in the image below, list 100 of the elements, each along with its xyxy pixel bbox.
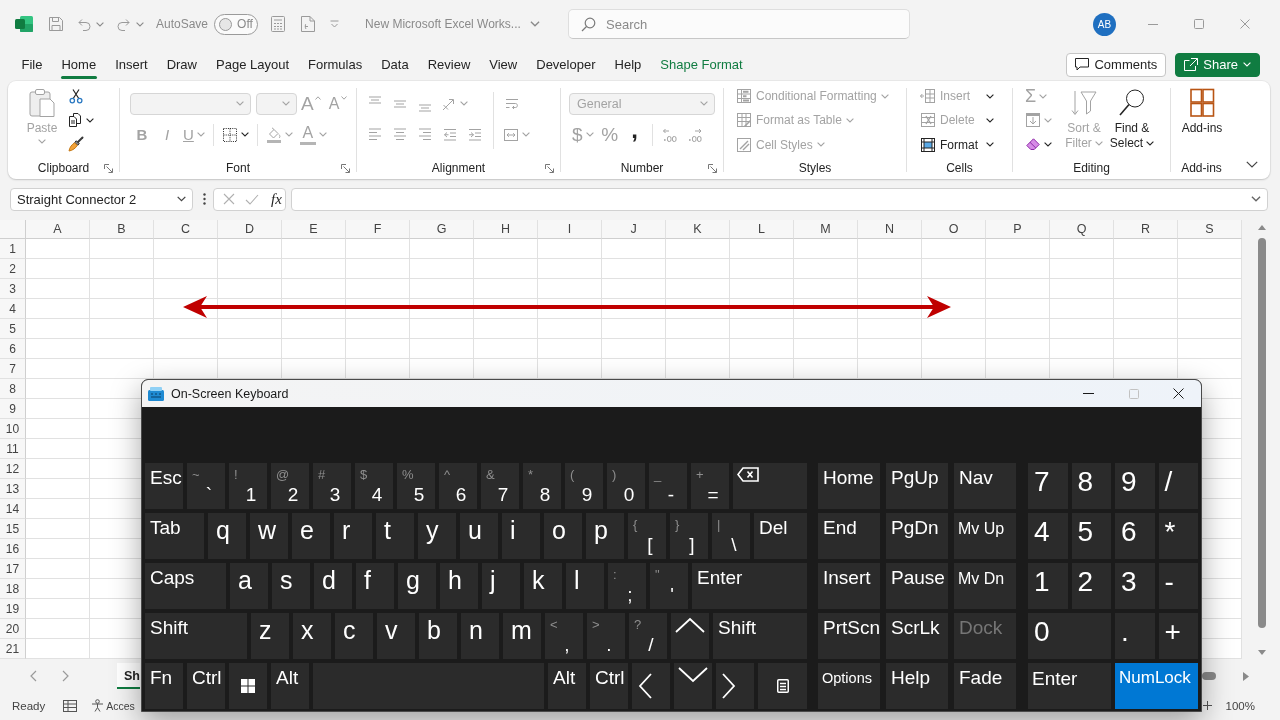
dialog-launcher-icon[interactable] bbox=[708, 163, 717, 173]
find-select-button[interactable]: Find & Select bbox=[1109, 84, 1155, 151]
row-header[interactable]: 9 bbox=[0, 399, 26, 419]
keyboard-key[interactable]: 1 bbox=[1028, 563, 1068, 609]
keyboard-key[interactable]: e bbox=[292, 513, 330, 559]
column-header[interactable]: D bbox=[218, 220, 282, 239]
row-header[interactable]: 20 bbox=[0, 619, 26, 639]
table-icon[interactable] bbox=[63, 699, 78, 712]
keyboard-key[interactable]: Ctrl bbox=[187, 663, 225, 709]
keyboard-key[interactable]: 6 bbox=[1115, 513, 1155, 559]
row-header[interactable]: 12 bbox=[0, 459, 26, 479]
dialog-launcher-icon[interactable] bbox=[104, 163, 113, 173]
keyboard-key[interactable]: Mv Dn bbox=[954, 563, 1016, 609]
ribbon-tab[interactable]: View bbox=[479, 49, 527, 80]
keyboard-key[interactable]: Nav bbox=[954, 463, 1016, 509]
ribbon-tab[interactable]: File bbox=[12, 49, 52, 80]
column-header[interactable]: P bbox=[986, 220, 1050, 239]
row-header[interactable]: 10 bbox=[0, 419, 26, 439]
keyboard-key[interactable]: m bbox=[503, 613, 541, 659]
keyboard-key[interactable]: Home bbox=[818, 463, 880, 509]
keyboard-key[interactable]: ? / bbox=[629, 613, 667, 659]
keyboard-key[interactable] bbox=[716, 663, 754, 709]
keyboard-key[interactable]: # 3 bbox=[313, 463, 351, 509]
column-header[interactable]: E bbox=[282, 220, 346, 239]
ribbon-tab[interactable]: Home bbox=[51, 49, 106, 80]
keyboard-key[interactable]: c bbox=[335, 613, 373, 659]
keyboard-key[interactable]: ! 1 bbox=[229, 463, 267, 509]
comments-button[interactable]: Comments bbox=[1066, 52, 1167, 77]
keyboard-key[interactable]: Fn bbox=[145, 663, 183, 709]
keyboard-key[interactable]: Options bbox=[818, 663, 880, 709]
keyboard-key[interactable]: k bbox=[524, 563, 562, 609]
person-icon[interactable] bbox=[91, 699, 105, 712]
column-header[interactable]: I bbox=[538, 220, 602, 239]
row-header[interactable]: 8 bbox=[0, 379, 26, 399]
keyboard-key[interactable]: PrtScn bbox=[818, 613, 880, 659]
keyboard-key[interactable]: r bbox=[334, 513, 372, 559]
row-header[interactable]: 14 bbox=[0, 499, 26, 519]
column-header[interactable]: C bbox=[154, 220, 218, 239]
keyboard-key[interactable]: : ; bbox=[608, 563, 646, 609]
keyboard-key[interactable]: Tab bbox=[145, 513, 204, 559]
keyboard-key[interactable]: ScrLk bbox=[886, 613, 948, 659]
keyboard-key[interactable]: g bbox=[398, 563, 436, 609]
keyboard-key[interactable]: { [ bbox=[628, 513, 666, 559]
row-header[interactable]: 19 bbox=[0, 599, 26, 619]
ribbon-tab[interactable]: Insert bbox=[105, 49, 158, 80]
column-header[interactable]: O bbox=[922, 220, 986, 239]
row-header[interactable]: 4 bbox=[0, 299, 26, 319]
ribbon-tab[interactable]: Page Layout bbox=[206, 49, 299, 80]
row-header[interactable]: 15 bbox=[0, 519, 26, 539]
keyboard-key[interactable]: w bbox=[250, 513, 288, 559]
ribbon-tab[interactable]: Data bbox=[371, 49, 419, 80]
keyboard-key[interactable]: q bbox=[208, 513, 246, 559]
ribbon-tab[interactable]: Help bbox=[605, 49, 651, 80]
keyboard-key[interactable]: h bbox=[440, 563, 478, 609]
keyboard-key[interactable]: u bbox=[460, 513, 498, 559]
keyboard-key[interactable]: l bbox=[566, 563, 604, 609]
ribbon-tab[interactable]: Developer bbox=[526, 49, 605, 80]
keyboard-key[interactable]: 7 bbox=[1028, 463, 1068, 509]
keyboard-key[interactable]: * 8 bbox=[523, 463, 561, 509]
keyboard-key[interactable]: | \ bbox=[712, 513, 750, 559]
dialog-launcher-icon[interactable] bbox=[545, 163, 554, 173]
column-header[interactable]: K bbox=[666, 220, 730, 239]
keyboard-key[interactable]: ~ ` bbox=[187, 463, 225, 509]
row-header[interactable]: 21 bbox=[0, 639, 26, 659]
row-header[interactable]: 3 bbox=[0, 279, 26, 299]
keyboard-key[interactable]: s bbox=[272, 563, 310, 609]
comma-button[interactable]: , bbox=[622, 121, 647, 148]
keyboard-key[interactable]: Caps bbox=[145, 563, 226, 609]
row-header[interactable]: 5 bbox=[0, 319, 26, 339]
row-header[interactable]: 6 bbox=[0, 339, 26, 359]
horizontal-scrollbar-thumb[interactable] bbox=[1202, 672, 1216, 680]
previous-sheet-button[interactable] bbox=[30, 669, 38, 683]
keyboard-key[interactable]: j bbox=[482, 563, 520, 609]
keyboard-key[interactable]: End bbox=[818, 513, 880, 559]
keyboard-key[interactable]: _ - bbox=[649, 463, 687, 509]
keyboard-key[interactable]: Fade bbox=[954, 663, 1016, 709]
column-header[interactable]: J bbox=[602, 220, 666, 239]
keyboard-key[interactable]: Mv Up bbox=[954, 513, 1016, 559]
keyboard-key[interactable]: Enter bbox=[692, 563, 807, 609]
keyboard-key[interactable]: + bbox=[1158, 613, 1198, 659]
keyboard-key[interactable]: 4 bbox=[1028, 513, 1068, 559]
keyboard-key[interactable]: 2 bbox=[1071, 563, 1111, 609]
keyboard-key[interactable]: Alt bbox=[548, 663, 586, 709]
row-header[interactable]: 17 bbox=[0, 559, 26, 579]
keyboard-key[interactable]: . bbox=[1115, 613, 1155, 659]
keyboard-key[interactable]: < , bbox=[545, 613, 583, 659]
keyboard-key[interactable]: * bbox=[1158, 513, 1198, 559]
keyboard-key[interactable]: f bbox=[356, 563, 394, 609]
column-header[interactable]: M bbox=[794, 220, 858, 239]
column-header[interactable]: S bbox=[1178, 220, 1242, 239]
row-header[interactable]: 2 bbox=[0, 259, 26, 279]
row-header[interactable]: 1 bbox=[0, 239, 26, 259]
keyboard-key[interactable]: 0 bbox=[1028, 613, 1111, 659]
keyboard-key[interactable]: v bbox=[377, 613, 415, 659]
column-header[interactable]: F bbox=[346, 220, 410, 239]
keyboard-key[interactable] bbox=[229, 663, 267, 709]
keyboard-key[interactable]: $ 4 bbox=[355, 463, 393, 509]
keyboard-key[interactable]: % 5 bbox=[397, 463, 435, 509]
keyboard-key[interactable]: b bbox=[419, 613, 457, 659]
keyboard-key[interactable]: x bbox=[293, 613, 331, 659]
